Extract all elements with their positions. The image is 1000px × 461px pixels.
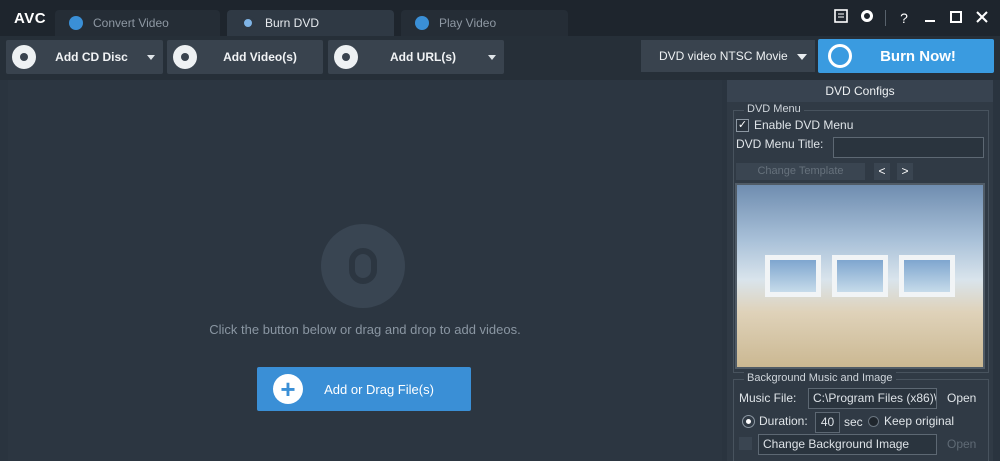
music-file-input[interactable]: C:\Program Files (x86)\A	[808, 388, 937, 409]
dvd-configs-panel: DVD Configs DVD Menu ✓ Enable DVD Menu D…	[727, 80, 993, 461]
help-button[interactable]: ?	[894, 8, 914, 28]
film-add-icon	[173, 45, 197, 69]
keep-original-label: Keep original	[884, 414, 955, 428]
thumbnail-frame	[899, 255, 955, 297]
disc-icon	[241, 16, 255, 30]
gear-icon[interactable]	[857, 8, 877, 28]
duration-label: Duration:	[759, 414, 808, 428]
open-music-button[interactable]: Open	[947, 391, 976, 405]
tab-convert-video[interactable]: Convert Video	[55, 10, 220, 36]
keep-original-radio[interactable]	[868, 415, 879, 427]
thumbnail-frame	[765, 255, 821, 297]
output-format-label: DVD video NTSC Movie	[659, 49, 788, 63]
play-icon	[415, 16, 429, 30]
music-file-row: Music File:	[739, 391, 796, 405]
refresh-icon	[828, 44, 852, 68]
output-format-dropdown[interactable]: DVD video NTSC Movie	[641, 40, 815, 72]
minimize-icon[interactable]	[920, 8, 940, 28]
dvd-menu-title-row: DVD Menu Title:	[736, 137, 823, 151]
cd-add-icon	[12, 45, 36, 69]
drop-hint-text: Click the button below or drag and drop …	[209, 322, 521, 337]
open-bg-button[interactable]: Open	[947, 437, 976, 451]
chevron-down-icon[interactable]	[147, 54, 155, 60]
divider	[885, 10, 886, 26]
add-videos-label: Add Video(s)	[223, 50, 297, 64]
duration-row: Duration:	[742, 414, 808, 428]
plus-icon: +	[273, 374, 303, 404]
tab-play-video[interactable]: Play Video	[401, 10, 568, 36]
change-template-button[interactable]: Change Template	[736, 163, 865, 180]
duration-radio[interactable]	[742, 414, 755, 428]
keep-original-row: Keep original	[868, 414, 954, 428]
group-legend: DVD Menu	[744, 103, 804, 115]
app-logo: AVC	[14, 10, 47, 27]
report-icon[interactable]	[831, 8, 851, 28]
chevron-down-icon	[797, 54, 807, 60]
burn-now-label: Burn Now!	[880, 47, 956, 65]
group-legend: Background Music and Image	[744, 372, 896, 384]
next-template-button[interactable]: >	[897, 163, 913, 180]
maximize-icon[interactable]	[946, 8, 966, 28]
change-bg-checkbox[interactable]	[739, 437, 752, 450]
sec-label: sec	[844, 415, 863, 429]
video-drop-area[interactable]: Click the button below or drag and drop …	[8, 80, 722, 461]
panel-title: DVD Configs	[727, 80, 993, 102]
add-urls-button[interactable]: Add URL(s)	[328, 40, 504, 74]
add-videos-button[interactable]: Add Video(s)	[167, 40, 323, 74]
thumbnail-frame	[832, 255, 888, 297]
tab-label: Burn DVD	[265, 16, 320, 30]
enable-dvd-menu-checkbox[interactable]: ✓	[736, 118, 749, 132]
globe-add-icon	[334, 45, 358, 69]
menu-template-preview	[735, 183, 985, 369]
add-cd-disc-button[interactable]: Add CD Disc	[6, 40, 163, 74]
dvd-menu-title-input[interactable]	[833, 137, 984, 158]
music-file-label: Music File:	[739, 391, 797, 405]
watermark-logo-icon	[321, 224, 405, 308]
refresh-icon	[69, 16, 83, 30]
prev-template-button[interactable]: <	[874, 163, 890, 180]
enable-dvd-menu-row: ✓ Enable DVD Menu	[736, 118, 853, 132]
duration-input[interactable]: 40	[815, 412, 840, 433]
tab-label: Convert Video	[93, 16, 169, 30]
change-bg-image-field[interactable]: Change Background Image	[758, 434, 937, 455]
close-icon[interactable]	[972, 8, 992, 28]
add-or-drag-files-button[interactable]: + Add or Drag File(s)	[257, 367, 471, 411]
dvd-menu-title-label: DVD Menu Title:	[736, 137, 824, 151]
enable-dvd-menu-label: Enable DVD Menu	[754, 118, 854, 132]
title-bar: AVC Convert Video Burn DVD Play Video ?	[0, 0, 1000, 36]
burn-now-button[interactable]: Burn Now!	[818, 39, 994, 73]
change-bg-row	[739, 437, 757, 450]
add-urls-label: Add URL(s)	[390, 50, 456, 64]
add-files-label: Add or Drag File(s)	[324, 381, 434, 397]
tab-label: Play Video	[439, 16, 497, 30]
chevron-down-icon[interactable]	[488, 54, 496, 60]
window-controls: ?	[831, 8, 992, 28]
add-cd-label: Add CD Disc	[55, 50, 128, 64]
tab-burn-dvd[interactable]: Burn DVD	[227, 10, 394, 36]
